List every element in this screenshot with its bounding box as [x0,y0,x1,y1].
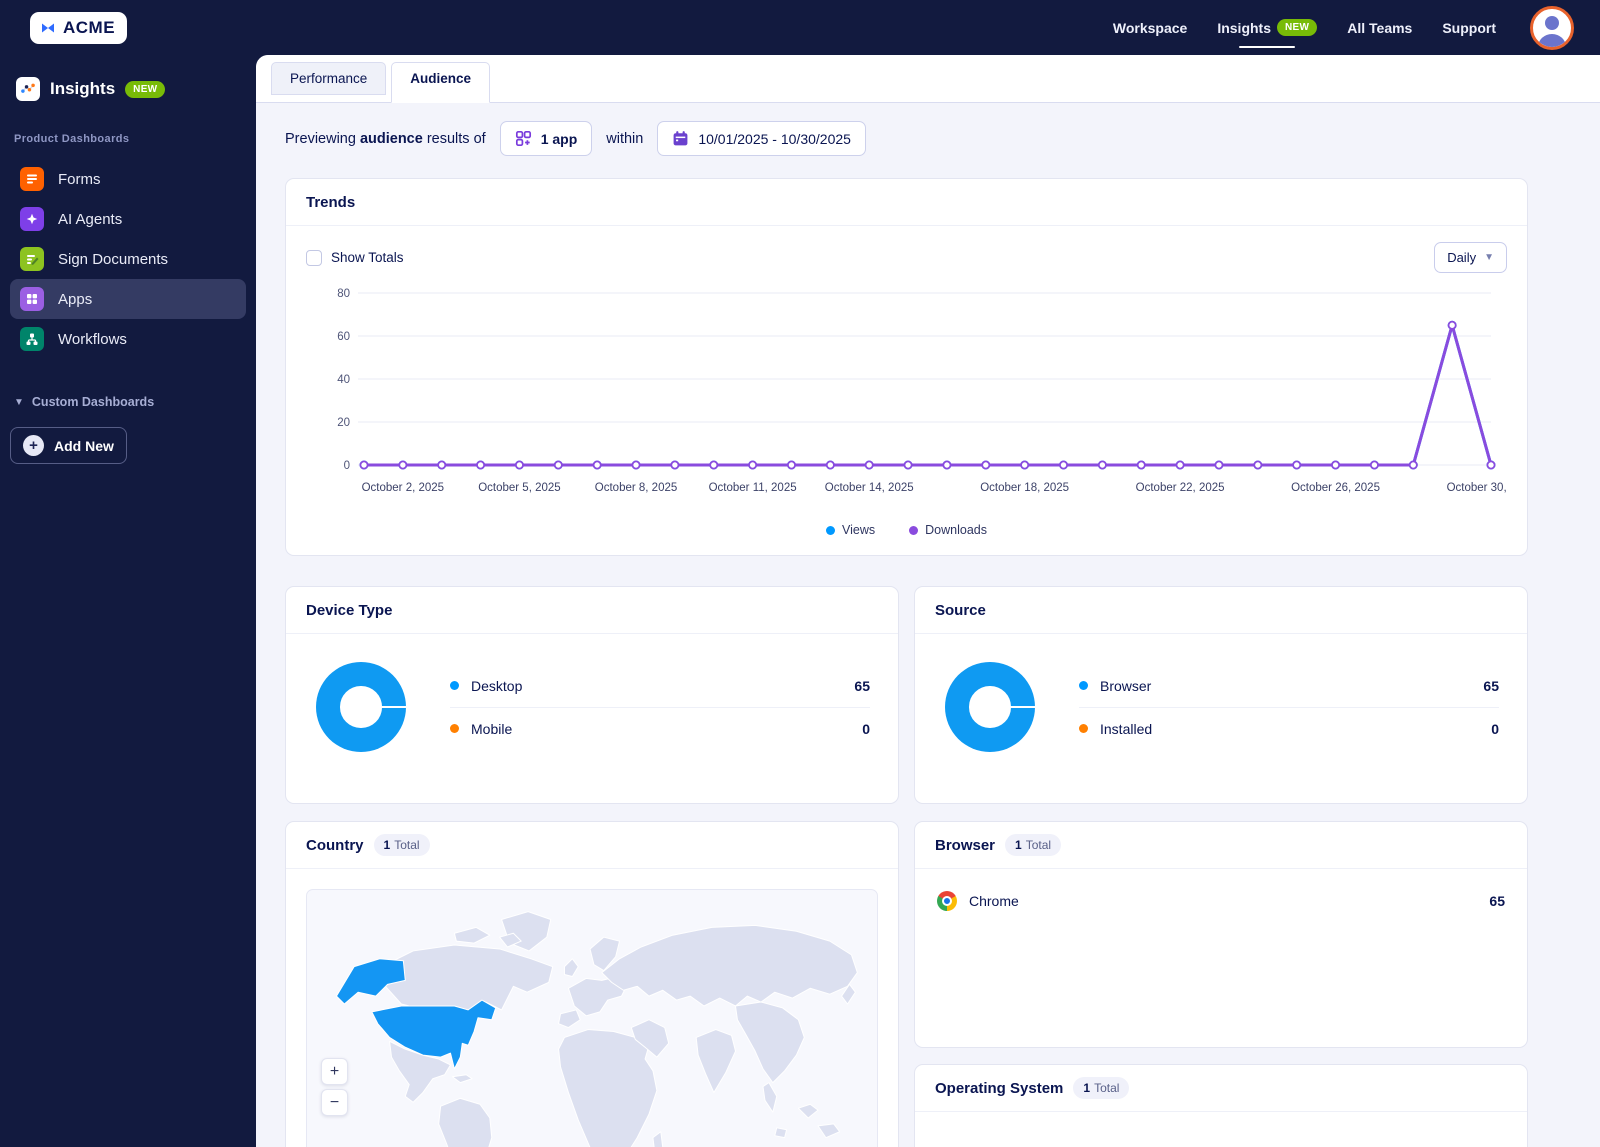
chart-legend: Views Downloads [306,517,1507,545]
source-card: Source Browser 65 Installed 0 [914,586,1528,804]
source-title: Source [935,601,986,619]
operating-system-card: Operating System 1 Total [914,1064,1528,1147]
trends-title: Trends [306,193,356,211]
nav-workspace[interactable]: Workspace [1113,0,1187,55]
svg-text:October 30, 2025: October 30, 2025 [1447,482,1507,494]
svg-text:October 14, 2025: October 14, 2025 [825,482,914,494]
svg-text:October 11, 2025: October 11, 2025 [709,482,797,494]
legend-views: Views [826,523,875,537]
nav-insights[interactable]: Insights NEW [1217,0,1318,55]
top-bar: ACME Workspace Insights NEW All Teams Su… [0,0,1600,55]
top-nav: Workspace Insights NEW All Teams Support [1113,0,1574,55]
sidebar-new-badge: NEW [125,80,166,98]
sidebar-item-apps[interactable]: Apps [10,279,246,319]
user-avatar[interactable] [1530,5,1574,50]
insights-icon [16,77,40,101]
app-grid-icon [515,130,531,147]
insights-new-badge: NEW [1277,19,1318,36]
operating-system-title: Operating System [935,1079,1064,1097]
sidebar-item-ai-agents[interactable]: AI Agents [10,199,246,239]
chevron-down-icon: ▼ [14,396,24,408]
mobile-dot-icon [450,724,459,733]
source-donut-chart [945,662,1035,752]
device-type-title: Device Type [306,601,393,619]
tab-performance[interactable]: Performance [271,62,387,95]
map-zoom-out-button[interactable]: − [321,1089,348,1116]
show-totals-checkbox[interactable]: Show Totals [306,249,404,266]
brand-name: ACME [63,17,116,37]
svg-text:0: 0 [344,460,350,472]
map-zoom-in-button[interactable]: + [321,1058,348,1085]
stat-row-browser: Browser 65 [1079,665,1499,707]
legend-downloads: Downloads [909,523,987,537]
calendar-icon [673,131,688,146]
forms-icon [20,167,44,191]
desktop-dot-icon [450,681,459,690]
ai-agents-icon [20,207,44,231]
country-total-badge: 1 Total [373,834,430,856]
os-total-badge: 1 Total [1073,1077,1130,1099]
svg-text:October 22, 2025: October 22, 2025 [1136,482,1225,494]
country-card: Country 1 Total + − [285,821,899,1147]
svg-text:80: 80 [337,288,350,300]
device-type-donut-chart [316,662,406,752]
svg-text:October 5, 2025: October 5, 2025 [478,482,560,494]
sidebar-item-sign-documents[interactable]: Sign Documents [10,239,246,279]
sign-documents-icon [20,247,44,271]
svg-text:60: 60 [337,331,350,343]
within-label: within [606,130,644,147]
browser-dot-icon [1079,681,1088,690]
sidebar-item-forms[interactable]: Forms [10,159,246,199]
device-type-card: Device Type Desktop 65 Mobile 0 [285,586,899,804]
stat-row-installed: Installed 0 [1079,706,1499,750]
preview-text: Previewing audience results of [285,130,486,147]
plus-icon: + [23,435,44,456]
brand-logo[interactable]: ACME [30,11,128,44]
preview-bar: Previewing audience results of 1 app wit… [285,121,1528,156]
stat-row-mobile: Mobile 0 [450,706,870,750]
sidebar-item-workflows[interactable]: Workflows [10,319,246,359]
apps-icon [20,287,44,311]
add-new-button[interactable]: + Add New [10,427,127,464]
app-filter-button[interactable]: 1 app [499,121,593,156]
svg-text:October 2, 2025: October 2, 2025 [362,482,444,494]
checkbox-icon [306,249,322,266]
country-title: Country [306,836,364,854]
stat-row-desktop: Desktop 65 [450,665,870,707]
sidebar-title: Insights [50,79,116,98]
acme-logo-icon [42,23,54,32]
browser-total-badge: 1 Total [1005,834,1062,856]
tab-strip: Performance Audience [256,55,1600,103]
installed-dot-icon [1079,724,1088,733]
world-map[interactable]: + − [306,889,878,1147]
date-range-button[interactable]: 10/01/2025 - 10/30/2025 [657,121,866,156]
interval-select[interactable]: Daily ▼ [1434,242,1507,273]
chevron-down-icon: ▼ [1484,252,1494,263]
browser-row-chrome: Chrome 65 [915,869,1527,933]
svg-text:October 8, 2025: October 8, 2025 [595,482,677,494]
nav-all-teams[interactable]: All Teams [1347,0,1412,55]
browser-card: Browser 1 Total Chrome 65 [914,821,1528,1048]
sidebar: Insights NEW Product Dashboards Forms AI… [0,55,256,1147]
custom-dashboards-toggle[interactable]: ▼ Custom Dashboards [0,395,256,409]
section-product-dashboards: Product Dashboards [14,133,130,145]
person-icon [1538,15,1566,47]
tab-audience[interactable]: Audience [391,62,491,103]
nav-support[interactable]: Support [1442,0,1496,55]
trends-card: Trends Show Totals Daily ▼ 0 20 40 60 80 Octo… [285,178,1528,556]
trends-line-chart: 0 20 40 60 80 October 2, 2025 October 5, 2025 O… [337,288,1507,494]
main-content: Performance Audience Previewing audience… [256,55,1600,1147]
svg-text:20: 20 [337,417,350,429]
chrome-icon [937,891,957,911]
browser-title: Browser [935,836,996,854]
svg-text:October 26, 2025: October 26, 2025 [1291,482,1380,494]
views-dot-icon [826,525,836,535]
downloads-dot-icon [909,525,919,535]
svg-text:October 18, 2025: October 18, 2025 [980,482,1069,494]
svg-text:40: 40 [337,374,350,386]
workflows-icon [20,327,44,351]
